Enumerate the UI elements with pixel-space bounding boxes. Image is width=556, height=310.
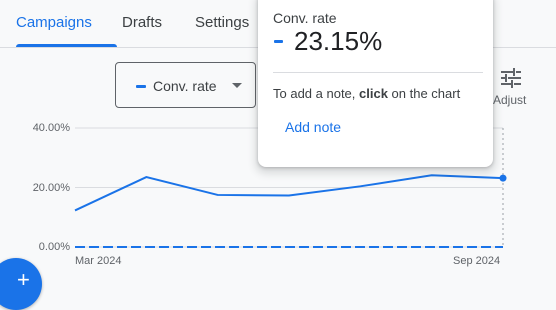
x-tick-label: Mar 2024 xyxy=(75,255,122,267)
adjust-label: Adjust xyxy=(493,93,527,107)
tooltip-divider xyxy=(273,72,483,73)
tab-campaigns[interactable]: Campaigns xyxy=(16,14,92,31)
tune-icon xyxy=(501,68,521,88)
conv-rate-series-line[interactable] xyxy=(74,174,504,212)
tab-settings[interactable]: Settings xyxy=(195,14,249,31)
metric-dropdown[interactable]: Conv. rate xyxy=(115,62,256,108)
highlighted-data-point[interactable] xyxy=(499,174,507,182)
series-color-swatch xyxy=(136,85,146,88)
chevron-down-icon xyxy=(232,83,242,88)
metric-dropdown-label: Conv. rate xyxy=(153,78,217,94)
tooltip-series-swatch xyxy=(274,40,283,43)
add-note-button[interactable]: Add note xyxy=(285,119,341,135)
tooltip-value: 23.15% xyxy=(294,26,383,56)
chart-tooltip-card: Conv. rate 23.15% To add a note, click o… xyxy=(258,0,493,167)
adjust-button[interactable]: Adjust xyxy=(490,64,534,108)
x-tick-label: Sep 2024 xyxy=(453,255,501,267)
tab-drafts[interactable]: Drafts xyxy=(122,14,162,31)
tooltip-metric-name: Conv. rate xyxy=(273,10,337,26)
tooltip-hint: To add a note, click on the chart xyxy=(273,86,461,101)
plus-icon: + xyxy=(17,267,30,292)
